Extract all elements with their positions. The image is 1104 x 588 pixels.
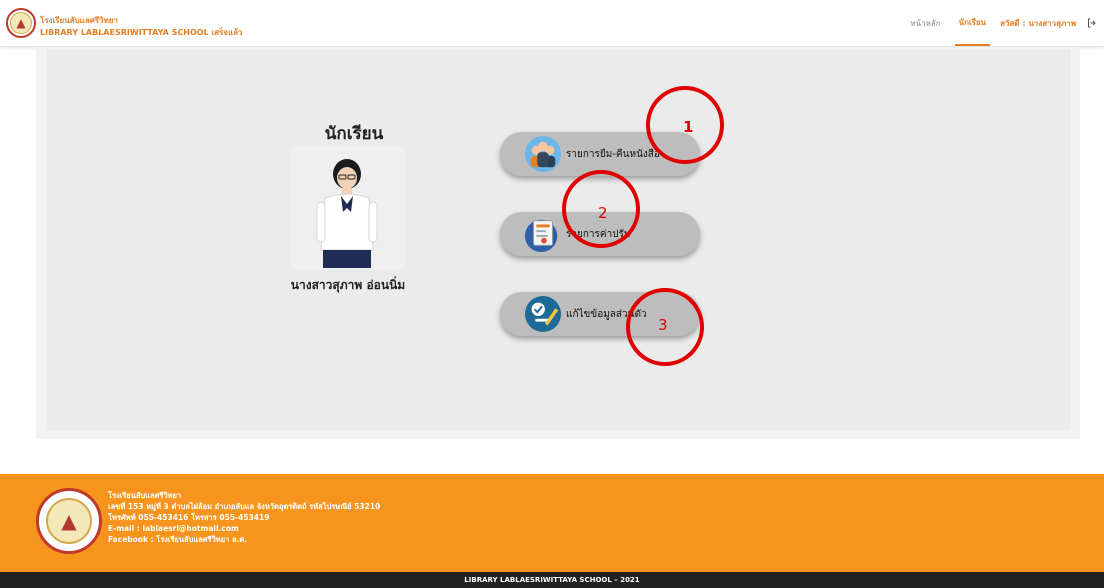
report-icon [524, 219, 558, 253]
nav-student-link[interactable]: นักเรียน [954, 0, 991, 46]
annotation-number-1: 1 [683, 118, 694, 136]
footer-address: เลขที่ 153 หมู่ที่ 3 ตำบลไผ่ล้อม อำเภอลั… [108, 502, 381, 511]
footer-facebook[interactable]: Facebook : โรงเรียนลับแลศรีวิทยา ล.ศ. [108, 534, 380, 545]
copyright-bar: LIBRARY LABLAESRIWITTAYA SCHOOL – 2021 [0, 572, 1104, 588]
footer-email[interactable]: E-mail : lablaesri@hotmail.com [108, 523, 380, 534]
student-photo [289, 146, 406, 270]
footer-emblem-icon: ▲ [46, 498, 92, 544]
footer-school-name: โรงเรียนลับแลศรีวิทยา [108, 491, 182, 500]
top-navbar: ▲ โรงเรียนลับแลศรีวิทยา LIBRARY LABLAESR… [0, 0, 1104, 47]
annotation-number-2: 2 [598, 204, 608, 222]
user-greeting[interactable]: สวัสดี : นางสาวสุภาพ [1000, 17, 1076, 30]
footer-contact: โรงเรียนลับแลศรีวิทยา เลขที่ 153 หมู่ที่… [108, 490, 380, 545]
footer-school-logo: ▲ [36, 488, 102, 554]
brand-subtitle[interactable]: LIBRARY LABLAESRIWITTAYA SCHOOL เสร็จแล้… [40, 26, 243, 39]
checklist-edit-icon [524, 295, 562, 333]
annotation-number-3: 3 [658, 316, 668, 334]
school-logo[interactable]: ▲ [6, 8, 36, 38]
footer-phone: โทรศัพท์ 055-453416 โทรสาร 055-453419 [108, 513, 270, 522]
borrow-return-label: รายการยืม-คืนหนังสือ [566, 148, 660, 160]
student-heading: นักเรียน [324, 124, 384, 144]
school-emblem-icon: ▲ [10, 12, 32, 34]
student-name: นางสาวสุภาพ อ่อนนิ่ม [290, 278, 406, 292]
logout-icon[interactable] [1086, 17, 1098, 29]
footer: ▲ โรงเรียนลับแลศรีวิทยา เลขที่ 153 หมู่ท… [0, 474, 1104, 572]
people-icon [524, 135, 562, 173]
nav-home-link[interactable]: หน้าหลัก [906, 0, 944, 46]
nav-menu: หน้าหลัก นักเรียน สวัสดี : นางสาวสุภาพ [906, 0, 1098, 46]
student-portrait-icon [289, 146, 406, 270]
